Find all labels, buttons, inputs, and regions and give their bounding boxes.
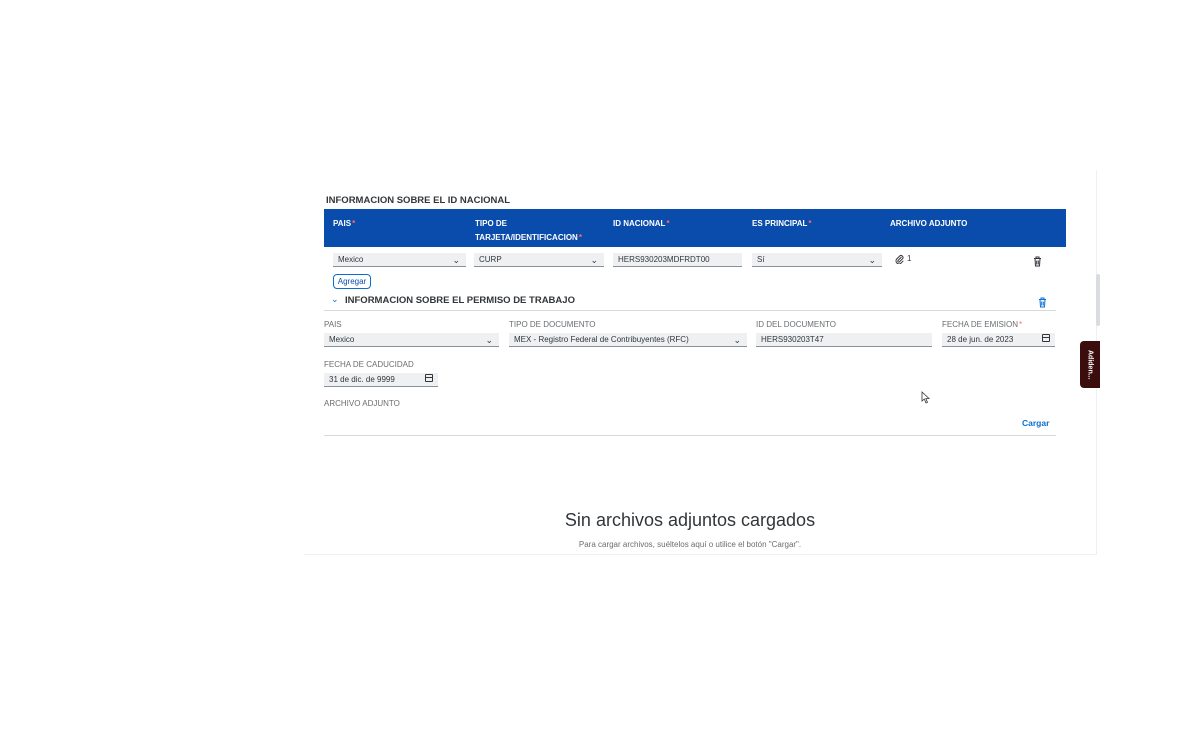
permit-tipo-value: MEX - Registro Federal de Contribuyentes… bbox=[514, 335, 689, 344]
permit-emision-value: 28 de jun. de 2023 bbox=[947, 335, 1014, 344]
col-tipo: TIPO DE TARJETA/IDENTIFICACION* bbox=[475, 219, 582, 242]
permit-caducidad-datepicker[interactable]: 31 de dic. de 9999 bbox=[324, 373, 438, 387]
permit-pais-value: Mexico bbox=[329, 335, 355, 344]
section-divider bbox=[324, 310, 1056, 311]
id-tipo-select[interactable]: CURP ⌄ bbox=[474, 253, 604, 267]
permit-id-label: ID DEL DOCUMENTO bbox=[756, 320, 837, 329]
col-id: ID NACIONAL* bbox=[613, 219, 670, 228]
chevron-down-icon: ⌄ bbox=[452, 255, 460, 265]
col-tipo-label-2: TARJETA/IDENTIFICACION bbox=[475, 233, 578, 242]
trash-icon bbox=[1039, 297, 1046, 308]
id-pais-select[interactable]: Mexico ⌄ bbox=[333, 253, 466, 267]
paperclip-icon bbox=[895, 255, 904, 265]
col-pais: PAIS* bbox=[333, 219, 356, 228]
permit-adjunto-label: ARCHIVO ADJUNTO bbox=[324, 399, 400, 408]
mouse-cursor-icon bbox=[921, 391, 931, 409]
col-id-label: ID NACIONAL bbox=[613, 219, 666, 228]
id-nacional-input[interactable]: HERS930203MDFRDT00 bbox=[613, 253, 742, 267]
attachment-link[interactable]: 1 bbox=[895, 254, 911, 266]
id-principal-select[interactable]: Sí ⌄ bbox=[752, 253, 882, 267]
permit-tipo-label: TIPO DE DOCUMENTO bbox=[509, 320, 596, 329]
chevron-down-icon: ⌄ bbox=[868, 255, 876, 265]
id-principal-value: Sí bbox=[757, 255, 765, 264]
upload-button[interactable]: Cargar bbox=[1022, 418, 1049, 428]
permit-emision-label-text: FECHA DE EMISION bbox=[942, 320, 1019, 329]
col-principal-label: ES PRINCIPAL bbox=[752, 219, 808, 228]
id-tipo-value: CURP bbox=[479, 255, 502, 264]
col-principal: ES PRINCIPAL* bbox=[752, 219, 812, 228]
permit-pais-label: PAIS bbox=[324, 320, 342, 329]
empty-state-subtitle-text: Para cargar archivos, suéltelos aquí o u… bbox=[578, 540, 802, 549]
vertical-scrollbar[interactable] bbox=[1096, 274, 1100, 326]
permit-id-input[interactable]: HERS930203T47 bbox=[756, 333, 932, 347]
add-button-label: Agregar bbox=[337, 277, 367, 286]
permit-pais-select[interactable]: Mexico ⌄ bbox=[324, 333, 499, 347]
empty-state-subtitle: Para cargar archivos, suéltelos aquí o u… bbox=[0, 540, 1200, 549]
permit-caducidad-value: 31 de dic. de 9999 bbox=[329, 375, 395, 384]
side-tab[interactable]: Adiden... bbox=[1080, 341, 1100, 388]
chevron-down-icon: ⌄ bbox=[485, 335, 493, 345]
delete-row-button[interactable] bbox=[1033, 254, 1042, 272]
trash-icon bbox=[1034, 256, 1041, 267]
col-adjunto-label: ARCHIVO ADJUNTO bbox=[890, 219, 968, 228]
calendar-icon[interactable] bbox=[425, 374, 433, 382]
side-tab-label: Adiden... bbox=[1086, 349, 1094, 380]
chevron-down-icon: ⌄ bbox=[590, 255, 598, 265]
col-adjunto: ARCHIVO ADJUNTO bbox=[890, 217, 967, 231]
collapse-chevron-icon[interactable]: ⌄ bbox=[331, 294, 339, 305]
col-tipo-label-1: TIPO DE bbox=[475, 219, 508, 228]
permit-caducidad-label: FECHA DE CADUCIDAD bbox=[324, 360, 414, 369]
upload-divider bbox=[324, 435, 1056, 436]
calendar-icon[interactable] bbox=[1042, 334, 1050, 342]
permit-emision-label: FECHA DE EMISION* bbox=[942, 320, 1023, 329]
id-nacional-value: HERS930203MDFRDT00 bbox=[618, 255, 710, 264]
id-pais-value: Mexico bbox=[338, 255, 364, 264]
empty-state-title-text: Sin archivos adjuntos cargados bbox=[564, 510, 816, 530]
add-button[interactable]: Agregar bbox=[333, 274, 371, 289]
permit-section-title: INFORMACION SOBRE EL PERMISO DE TRABAJO bbox=[345, 295, 575, 306]
empty-state-title: Sin archivos adjuntos cargados bbox=[0, 510, 1200, 531]
chevron-down-icon: ⌄ bbox=[733, 335, 741, 345]
col-pais-label: PAIS bbox=[333, 219, 352, 228]
id-table-header: PAIS* TIPO DE TARJETA/IDENTIFICACION* ID … bbox=[324, 209, 1066, 247]
attachment-count: 1 bbox=[907, 254, 912, 263]
permit-emision-datepicker[interactable]: 28 de jun. de 2023 bbox=[942, 333, 1055, 347]
id-section-title: INFORMACION SOBRE EL ID NACIONAL bbox=[326, 195, 511, 206]
permit-id-value: HERS930203T47 bbox=[761, 335, 824, 344]
permit-tipo-select[interactable]: MEX - Registro Federal de Contribuyentes… bbox=[509, 333, 747, 347]
